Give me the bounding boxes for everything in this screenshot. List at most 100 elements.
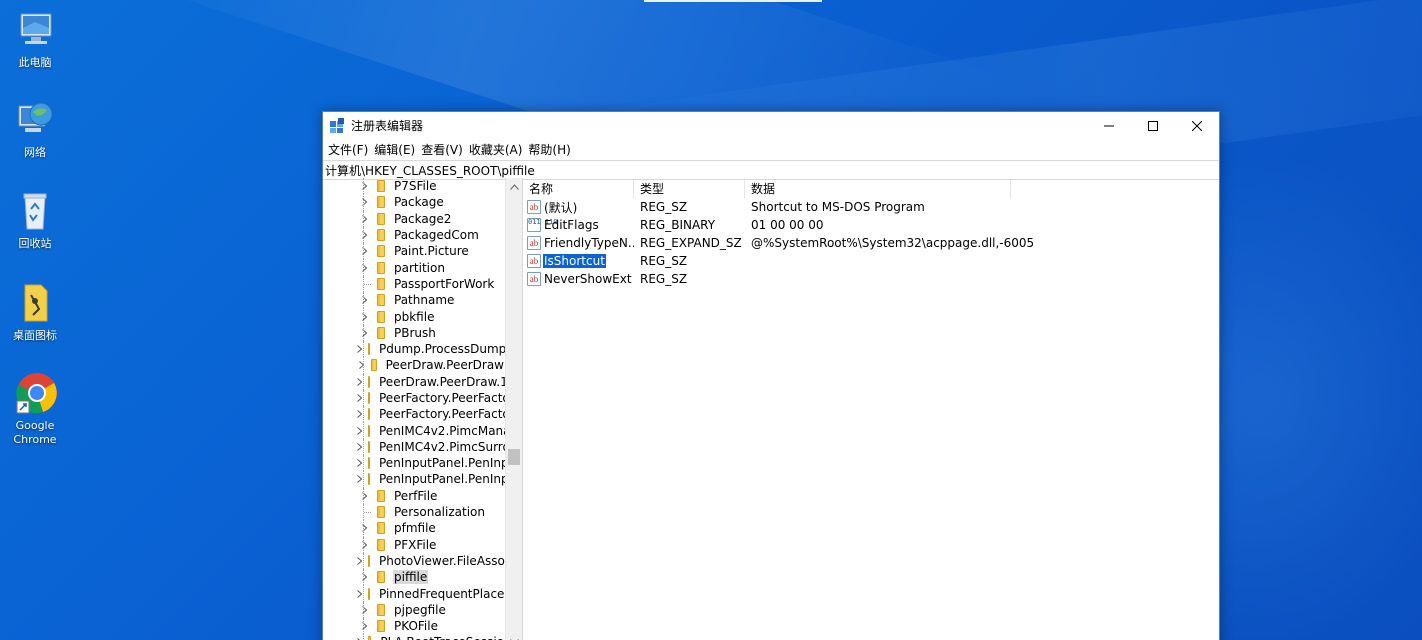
- chevron-right-icon[interactable]: [357, 459, 362, 468]
- chrome-icon: [13, 371, 57, 415]
- value-name: FriendlyTypeN...: [544, 236, 634, 250]
- desktop-icon-label: 回收站: [18, 237, 52, 250]
- desktop-icon-recycle-bin[interactable]: 回收站: [6, 189, 64, 251]
- maximize-icon: [1148, 120, 1158, 131]
- desktop-icon-network[interactable]: 网络: [6, 98, 64, 160]
- chevron-right-icon[interactable]: [357, 524, 371, 533]
- chevron-right-icon[interactable]: [357, 214, 371, 223]
- tree-item[interactable]: partition: [323, 259, 505, 276]
- tree-item[interactable]: piffile: [323, 569, 505, 586]
- tree-item[interactable]: PenIMC4v2.PimcMana: [323, 422, 505, 439]
- tree-item[interactable]: pjpegfile: [323, 601, 505, 619]
- chevron-right-icon[interactable]: [357, 263, 371, 272]
- tree-item[interactable]: Personalization: [323, 503, 505, 521]
- tree-item[interactable]: Pdump.ProcessDump: [323, 340, 505, 358]
- tree-item[interactable]: PeerFactory.PeerFacto: [323, 389, 505, 407]
- tree-item[interactable]: PhotoViewer.FileAsso: [323, 552, 505, 570]
- chevron-right-icon[interactable]: [357, 231, 371, 239]
- value-row[interactable]: ab FriendlyTypeN... REG_EXPAND_SZ @%SystemR…: [523, 234, 1219, 252]
- chevron-right-icon[interactable]: [357, 540, 371, 549]
- tree-item[interactable]: PeerDraw.PeerDraw.1: [323, 373, 505, 390]
- chevron-right-icon[interactable]: [357, 622, 371, 631]
- tree-item-label: PFXFile: [394, 537, 437, 552]
- tree-item-label: PLA.BootTraceSessio: [379, 635, 505, 640]
- tree-item[interactable]: Package2: [323, 210, 505, 227]
- folder-icon: [368, 392, 370, 404]
- value-type: REG_SZ: [640, 200, 688, 214]
- scroll-up-button[interactable]: [506, 178, 522, 195]
- menu-edit[interactable]: 编辑(E): [371, 141, 418, 158]
- scroll-down-button[interactable]: [506, 633, 522, 640]
- tree-item[interactable]: Paint.Picture: [323, 243, 505, 260]
- tree-item[interactable]: P7SFile: [323, 178, 505, 195]
- chevron-right-icon[interactable]: [357, 475, 362, 484]
- tree-item[interactable]: PassportForWork: [323, 275, 505, 293]
- tree-item[interactable]: PenInputPanel.PenInp: [323, 471, 505, 488]
- folder-icon: [377, 310, 385, 323]
- scroll-thumb[interactable]: [508, 449, 520, 465]
- desktop-icon-google-chrome[interactable]: Google Chrome: [6, 371, 64, 447]
- menu-bar: 文件(F) 编辑(E) 查看(V) 收藏夹(A) 帮助(H): [323, 139, 1219, 160]
- tree-item[interactable]: PackagedCom: [323, 226, 505, 244]
- folder-icon: [368, 343, 370, 356]
- chevron-right-icon[interactable]: [357, 491, 371, 500]
- tree-item[interactable]: pfmfile: [323, 520, 505, 537]
- column-header-data[interactable]: 数据: [745, 178, 1011, 198]
- minimize-button[interactable]: [1087, 112, 1131, 139]
- address-path[interactable]: 计算机\HKEY_CLASSES_ROOT\piffile: [325, 162, 535, 179]
- chevron-right-icon[interactable]: [357, 426, 362, 435]
- tree-item[interactable]: PeerDraw.PeerDraw: [323, 357, 505, 374]
- chevron-right-icon[interactable]: [357, 394, 362, 402]
- chevron-right-icon[interactable]: [357, 573, 371, 582]
- title-bar[interactable]: 注册表编辑器: [323, 112, 1219, 139]
- value-name: NeverShowExt: [544, 272, 632, 286]
- tree-item[interactable]: PenInputPanel.PenInp: [323, 455, 505, 472]
- folder-icon: [377, 229, 385, 242]
- value-row[interactable]: ab NeverShowExt REG_SZ: [523, 270, 1219, 288]
- column-header-type[interactable]: 类型: [634, 178, 745, 198]
- tree-item[interactable]: PinnedFrequentPlace: [323, 585, 505, 602]
- address-bar[interactable]: 计算机\HKEY_CLASSES_ROOT\piffile: [323, 160, 1219, 180]
- chevron-right-icon[interactable]: [357, 605, 371, 614]
- value-row[interactable]: 011 110 EditFlags REG_BINARY 01 00 00 00: [523, 216, 1219, 234]
- tree-item[interactable]: pbkfile: [323, 308, 505, 325]
- folder-icon: [368, 424, 370, 437]
- chevron-right-icon[interactable]: [357, 312, 371, 321]
- chevron-right-icon[interactable]: [357, 328, 371, 337]
- chevron-right-icon[interactable]: [357, 589, 362, 598]
- tree-scrollbar[interactable]: [505, 178, 522, 640]
- chevron-right-icon[interactable]: [357, 443, 362, 451]
- tree-item-label: PhotoViewer.FileAsso: [379, 553, 505, 568]
- chevron-right-icon[interactable]: [357, 377, 362, 386]
- tree-item[interactable]: PLA.BootTraceSessio: [323, 634, 505, 640]
- maximize-button[interactable]: [1131, 112, 1175, 139]
- folder-icon: [371, 359, 377, 372]
- folder-icon: [368, 375, 370, 388]
- chevron-right-icon[interactable]: [357, 345, 362, 353]
- tree-item[interactable]: Package: [323, 194, 505, 211]
- folder-icon: [368, 473, 370, 486]
- tree-item[interactable]: PeerFactory.PeerFacto: [323, 406, 505, 423]
- tree-item[interactable]: PerfFile: [323, 487, 505, 504]
- menu-favorites[interactable]: 收藏夹(A): [466, 141, 526, 158]
- value-row[interactable]: ab (默认) REG_SZ Shortcut to MS-DOS Program: [523, 198, 1219, 216]
- tree-item[interactable]: PBrush: [323, 324, 505, 341]
- chevron-right-icon[interactable]: [357, 296, 371, 305]
- close-button[interactable]: [1175, 112, 1219, 139]
- column-header-name[interactable]: 名称: [523, 178, 634, 198]
- desktop-icon-desktop-icons[interactable]: 桌面图标: [6, 281, 64, 343]
- menu-file[interactable]: 文件(F): [325, 141, 371, 158]
- tree-item[interactable]: PKOFile: [323, 618, 505, 635]
- chevron-right-icon[interactable]: [357, 247, 371, 256]
- tree-item[interactable]: PFXFile: [323, 536, 505, 553]
- menu-help[interactable]: 帮助(H): [525, 141, 573, 158]
- tree-item[interactable]: Pathname: [323, 292, 505, 309]
- chevron-right-icon[interactable]: [357, 410, 362, 419]
- tree-item[interactable]: PenIMC4v2.PimcSurro: [323, 438, 505, 456]
- value-row[interactable]: ab IsShortcut REG_SZ: [523, 252, 1219, 270]
- chevron-right-icon[interactable]: [357, 182, 371, 191]
- menu-view[interactable]: 查看(V): [418, 141, 466, 158]
- chevron-right-icon[interactable]: [357, 557, 362, 565]
- chevron-right-icon[interactable]: [357, 198, 371, 207]
- desktop-icon-this-pc[interactable]: 此电脑: [6, 8, 64, 70]
